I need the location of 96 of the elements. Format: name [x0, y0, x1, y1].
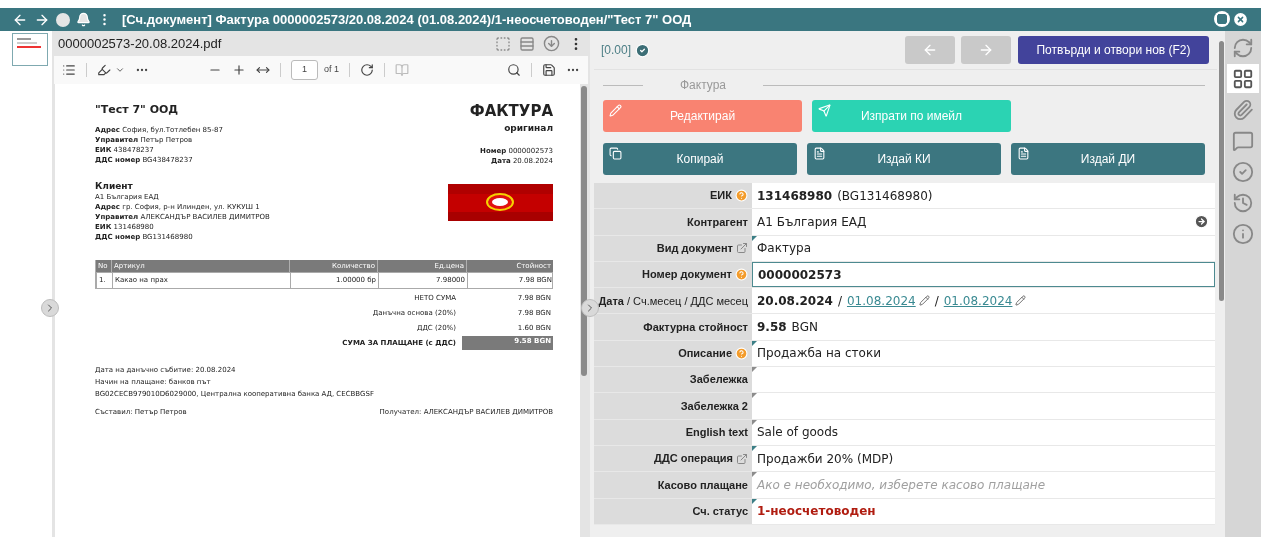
value-cell[interactable]: 20.08.2024 / 01.08.2024 / 01.08.2024	[752, 288, 1215, 314]
field-label: Номер документ	[642, 267, 732, 283]
maximize-icon[interactable]	[1214, 11, 1230, 27]
field-label: Вид документ	[656, 241, 733, 256]
value-cell[interactable]: Продажби 20% (MDP)	[752, 445, 1215, 472]
arrow-circle-icon[interactable]	[1194, 214, 1209, 230]
date-link[interactable]: 01.08.2024	[846, 291, 916, 310]
section-title: Фактура	[680, 77, 727, 94]
scrollbar-thumb[interactable]	[1218, 41, 1224, 301]
field-label: Дата / Сч.месец / ДДС месец	[598, 293, 748, 309]
status-text: 1-неосчетоводен	[757, 503, 876, 521]
page-number-field[interactable]: 1	[291, 60, 318, 80]
info-icon	[1232, 222, 1254, 245]
field-value: 20.08.2024	[757, 292, 833, 310]
action-button[interactable]: Издай ДИ	[1011, 143, 1205, 175]
file-name: 0000002573-20.08.2024.pdf	[58, 34, 222, 53]
action-button[interactable]: Копирай	[603, 143, 797, 175]
scrollbar-thumb[interactable]	[581, 86, 587, 376]
field-value: А1 България ЕАД	[757, 213, 867, 231]
field-value: /	[837, 292, 842, 310]
field-value: 9.58	[757, 319, 787, 337]
value-cell[interactable]: 0000002573	[752, 261, 1215, 288]
bell-icon[interactable]	[76, 12, 91, 27]
zoom-in-icon[interactable]	[232, 63, 246, 77]
send-icon	[818, 104, 831, 117]
window-title: [Сч.документ] Фактура 0000002573/20.08.2024 (01.08.2024)/1-неосчетоводен/"Тест 7" ООД	[122, 10, 692, 29]
check-icon	[635, 42, 651, 58]
copy-icon	[609, 147, 622, 160]
date-link[interactable]: 01.08.2024	[943, 291, 1013, 310]
external-link-icon[interactable]	[736, 242, 748, 255]
field-label: ДДС операция	[654, 451, 733, 467]
confirm-button[interactable]: Потвърди и отвори нов (F2)	[1018, 36, 1209, 64]
field-label: English text	[685, 425, 748, 441]
value-cell[interactable]: Фактура	[752, 235, 1215, 261]
company-name: "Тест 7" ООД	[95, 102, 180, 118]
dropdown-icon[interactable]	[115, 65, 125, 75]
value-cell[interactable]: 1-неосчетоводен	[752, 498, 1215, 524]
field-label: Забележка	[689, 372, 748, 388]
page-thumbnail[interactable]	[12, 33, 48, 66]
field-label: Сч. статус	[692, 503, 748, 519]
search-icon[interactable]	[507, 63, 521, 77]
value-cell[interactable]: А1 България ЕАД	[752, 209, 1215, 235]
paperclip-icon	[1232, 98, 1254, 121]
rotate-icon[interactable]	[360, 63, 374, 77]
check-circle-icon	[1232, 160, 1254, 183]
field-label: Контрагент	[686, 214, 748, 230]
value-cell[interactable]: Продажба на стоки	[752, 340, 1215, 367]
document-subtitle: оригинал	[504, 122, 553, 135]
help-icon[interactable]	[735, 189, 748, 203]
comment-icon	[1232, 129, 1254, 152]
layout-icon[interactable]	[519, 35, 535, 52]
value-cell[interactable]: Sale of goods	[752, 419, 1215, 445]
pencil-icon	[609, 104, 622, 117]
field-value: (BG131468980)	[837, 187, 933, 205]
field-value: BGN	[791, 319, 818, 337]
external-link-icon[interactable]	[736, 452, 748, 465]
grid-icon	[1232, 67, 1254, 90]
help-icon[interactable]	[735, 268, 748, 282]
help-icon[interactable]	[735, 346, 748, 360]
download-icon[interactable]	[543, 35, 560, 52]
save-icon[interactable]	[542, 63, 556, 77]
field-value: Продажба на стоки	[757, 345, 881, 363]
field-value: Sale of goods	[757, 424, 839, 442]
highlight-icon[interactable]	[97, 63, 111, 77]
field-value: 131468980	[757, 187, 833, 205]
value-cell[interactable]	[752, 393, 1215, 419]
document-icon	[1017, 147, 1030, 160]
value-cell[interactable]: 9.58 BGN	[752, 314, 1215, 340]
document-icon	[813, 147, 826, 160]
client-heading: Клиент	[95, 179, 134, 192]
field-label: Описание	[678, 346, 732, 362]
placeholder-text: Ако е необходимо, изберете касово плащане	[757, 476, 1046, 494]
close-icon[interactable]	[1232, 11, 1249, 28]
avatar-icon[interactable]	[56, 12, 70, 27]
field-value: /	[934, 292, 939, 310]
field-label: Фактурна стойност	[643, 319, 748, 335]
selection-icon[interactable]	[495, 35, 511, 52]
refresh-icon	[1232, 36, 1254, 59]
field-value: 0000002573	[758, 266, 842, 284]
field-value: Продажби 20% (MDP)	[757, 450, 894, 468]
contents-icon[interactable]	[62, 63, 76, 77]
action-button[interactable]: Издай КИ	[807, 143, 1001, 175]
document-title: ФАКТУРА	[469, 102, 553, 120]
pencil-icon[interactable]	[918, 295, 930, 307]
balance-text: [0.00]	[601, 42, 632, 59]
side-tool[interactable]	[1227, 64, 1259, 93]
field-label: Касово плащане	[657, 477, 748, 493]
two-page-icon	[395, 63, 409, 77]
value-cell[interactable]: 131468980 (BG131468980)	[752, 183, 1215, 209]
value-cell[interactable]	[752, 367, 1215, 393]
pencil-icon[interactable]	[1015, 295, 1027, 307]
page-count: of 1	[324, 63, 339, 77]
field-label: ЕИК	[710, 188, 732, 204]
history-icon	[1232, 191, 1254, 214]
field-value: Фактура	[757, 240, 811, 258]
field-label: Забележка 2	[680, 398, 748, 414]
